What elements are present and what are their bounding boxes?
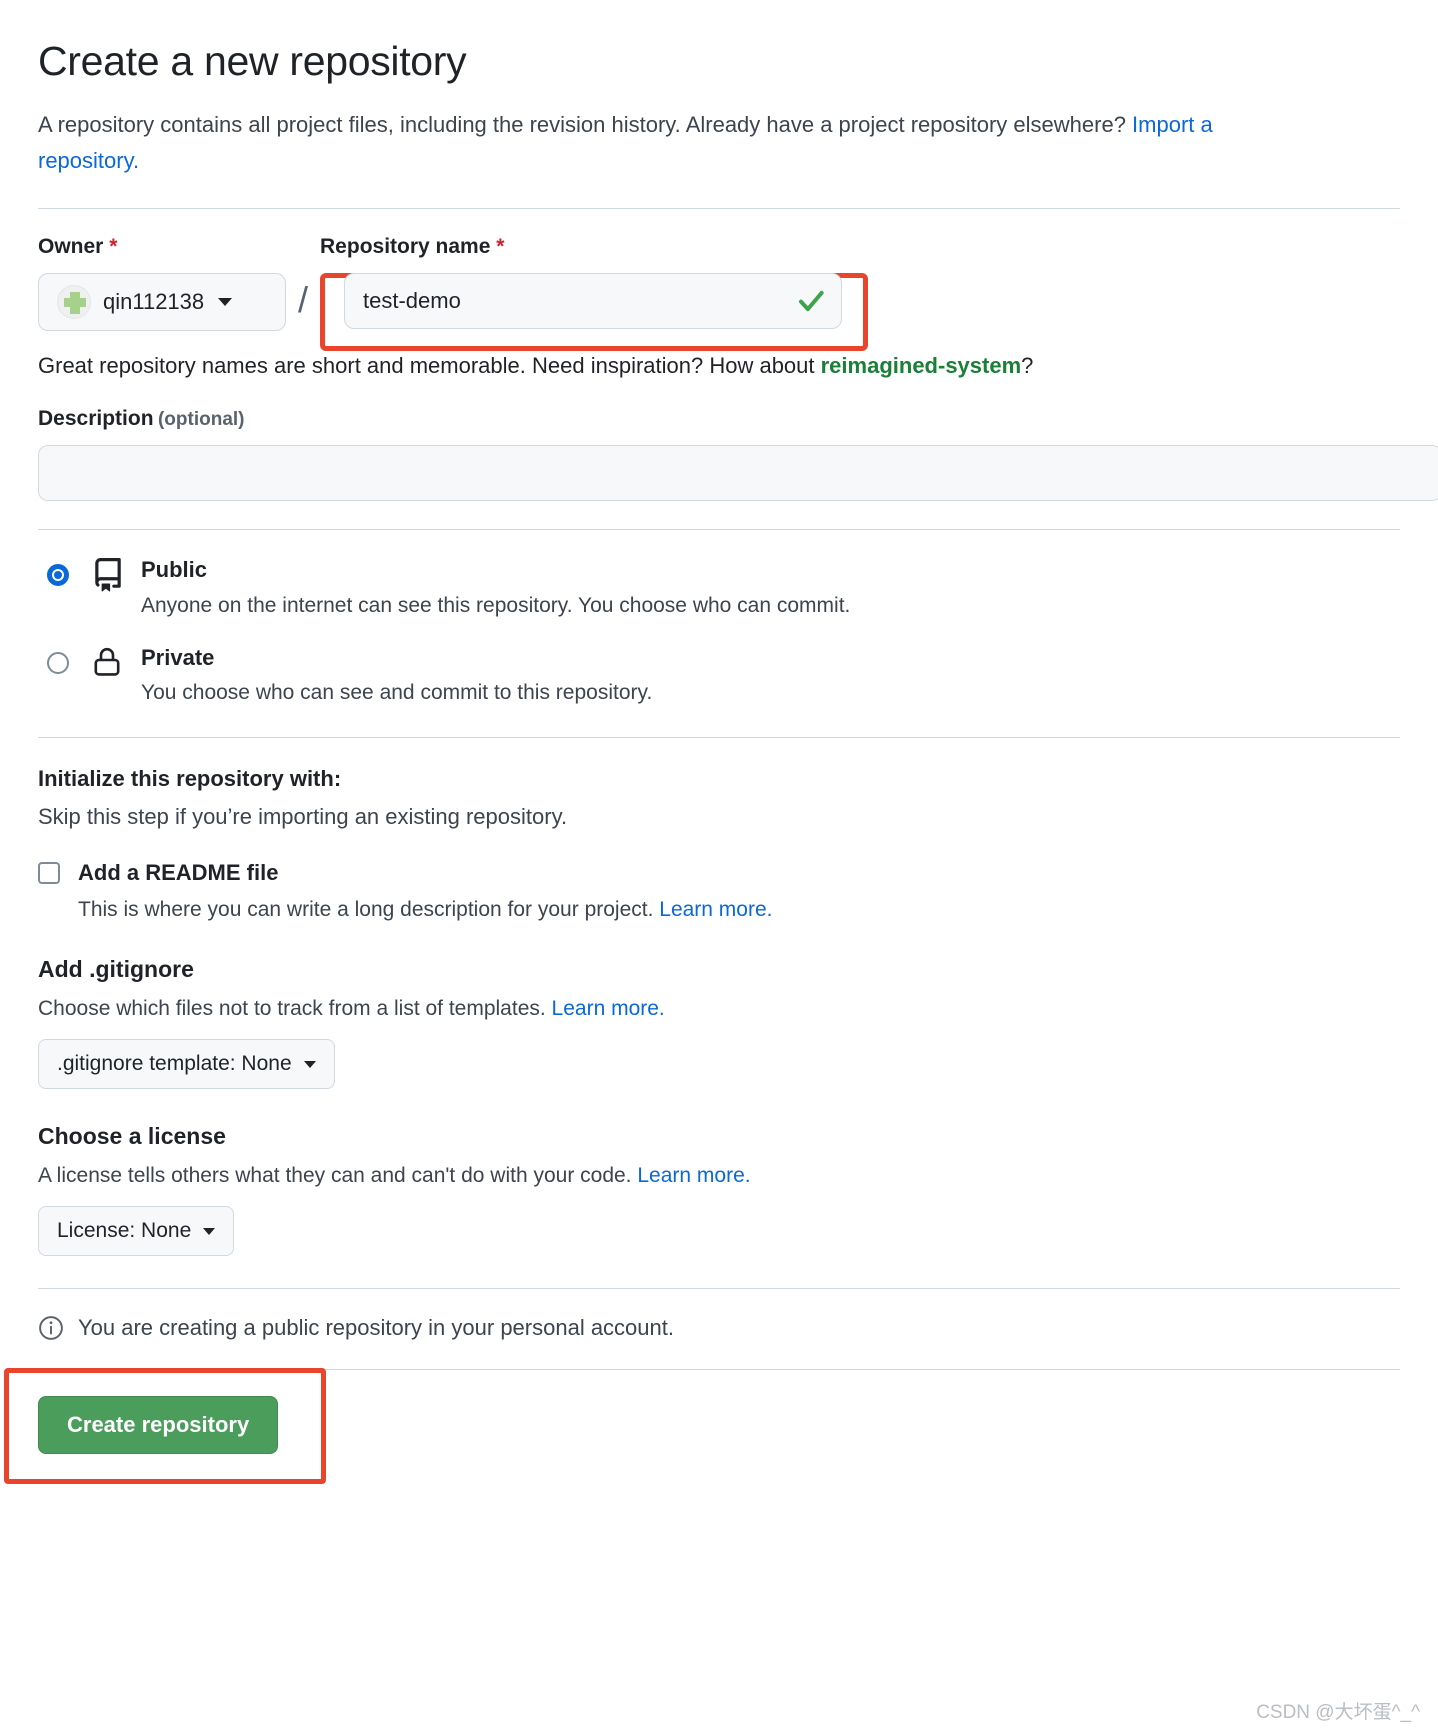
owner-select[interactable]: qin112138 [38, 273, 286, 332]
description-input[interactable] [38, 445, 1438, 502]
chevron-down-icon [203, 1227, 216, 1235]
repo-name-input-wrap [344, 273, 843, 330]
visibility-private-text: Private You choose who can see and commi… [141, 644, 652, 706]
owner-repo-row: Owner * qin112138 / Repository name * [38, 235, 1400, 352]
initialize-subtitle: Skip this step if you’re importing an ex… [38, 804, 568, 830]
license-learn-more-link[interactable]: Learn more. [637, 1164, 750, 1187]
lock-icon [91, 644, 125, 683]
create-repository-button[interactable]: Create repository [38, 1396, 279, 1455]
repo-book-icon [91, 556, 125, 597]
initialize-title: Initialize this repository with: [38, 766, 342, 792]
visibility-option-public[interactable]: Public Anyone on the internet can see th… [38, 556, 1400, 618]
license-description-text: A license tells others what they can and… [38, 1164, 638, 1188]
radio-public[interactable] [47, 564, 69, 587]
owner-name: qin112138 [103, 289, 205, 315]
gitignore-description: Choose which files not to track from a l… [38, 997, 1400, 1021]
hint-suffix: ? [1021, 353, 1034, 379]
header-divider [38, 208, 1400, 210]
initialize-divider [38, 737, 1400, 739]
description-optional-tag: (optional) [157, 409, 245, 431]
owner-field: Owner * qin112138 [38, 235, 286, 332]
chevron-down-icon [218, 298, 233, 307]
repo-name-hint: Great repository names are short and mem… [38, 353, 1400, 379]
footer-divider-top [38, 1288, 1400, 1290]
public-repo-notice-text: You are creating a public repository in … [78, 1315, 674, 1341]
visibility-private-title: Private [141, 644, 215, 670]
gitignore-template-dropdown[interactable]: .gitignore template: None [38, 1039, 335, 1090]
gitignore-template-dropdown-label: .gitignore template: None [57, 1052, 292, 1076]
page-subtitle-text: A repository contains all project files,… [38, 112, 1133, 138]
gitignore-title: Add .gitignore [38, 956, 194, 983]
license-dropdown-label: License: None [57, 1219, 192, 1243]
visibility-divider [38, 529, 1400, 531]
checkbox-add-readme[interactable] [38, 862, 60, 885]
license-title: Choose a license [38, 1123, 226, 1150]
description-label-row: Description (optional) [38, 407, 1400, 431]
visibility-public-text: Public Anyone on the internet can see th… [141, 556, 850, 618]
repo-name-field: Repository name * [320, 235, 869, 352]
visibility-public-description: Anyone on the internet can see this repo… [141, 593, 851, 617]
repo-name-label-text: Repository name [320, 235, 491, 259]
avatar [57, 285, 91, 320]
owner-repo-separator: / [298, 279, 309, 321]
visibility-private-description: You choose who can see and commit to thi… [141, 681, 653, 705]
license-description: A license tells others what they can and… [38, 1164, 1400, 1188]
gitignore-learn-more-link[interactable]: Learn more. [552, 997, 665, 1020]
owner-label-text: Owner [38, 235, 104, 259]
owner-required-star: * [109, 235, 118, 259]
license-dropdown[interactable]: License: None [38, 1206, 235, 1257]
gitignore-description-text: Choose which files not to track from a l… [38, 997, 552, 1021]
readme-label: Add a README file [78, 860, 279, 886]
repo-name-required-star: * [496, 235, 505, 259]
watermark: CSDN @大坏蛋^_^ [1256, 1702, 1420, 1723]
readme-checkbox-row[interactable]: Add a README file [38, 860, 1400, 886]
chevron-down-icon [303, 1060, 316, 1068]
description-label: Description [38, 407, 154, 431]
hint-prefix: Great repository names are short and mem… [38, 353, 821, 379]
readme-learn-more-link[interactable]: Learn more. [659, 898, 772, 921]
create-repository-wrap: Create repository [4, 1368, 326, 1485]
create-repo-page: Create a new repository A repository con… [0, 0, 1438, 1485]
repo-name-label: Repository name * [320, 235, 842, 259]
page-subtitle: A repository contains all project files,… [38, 107, 1248, 178]
description-field: Description (optional) [38, 407, 1438, 502]
suggested-repo-name[interactable]: reimagined-system [821, 353, 1022, 378]
visibility-option-private[interactable]: Private You choose who can see and commi… [38, 644, 1400, 706]
page-title: Create a new repository [38, 38, 467, 84]
readme-description-text: This is where you can write a long descr… [78, 898, 660, 922]
owner-label: Owner * [38, 235, 286, 259]
info-icon [39, 1316, 63, 1341]
visibility-public-title: Public [141, 557, 208, 583]
footer-divider-bottom [38, 1369, 1400, 1371]
radio-private[interactable] [47, 651, 69, 674]
check-icon [799, 291, 824, 312]
repo-name-input[interactable] [344, 273, 843, 330]
readme-description: This is where you can write a long descr… [78, 898, 1400, 922]
public-repo-notice: You are creating a public repository in … [38, 1315, 1400, 1341]
